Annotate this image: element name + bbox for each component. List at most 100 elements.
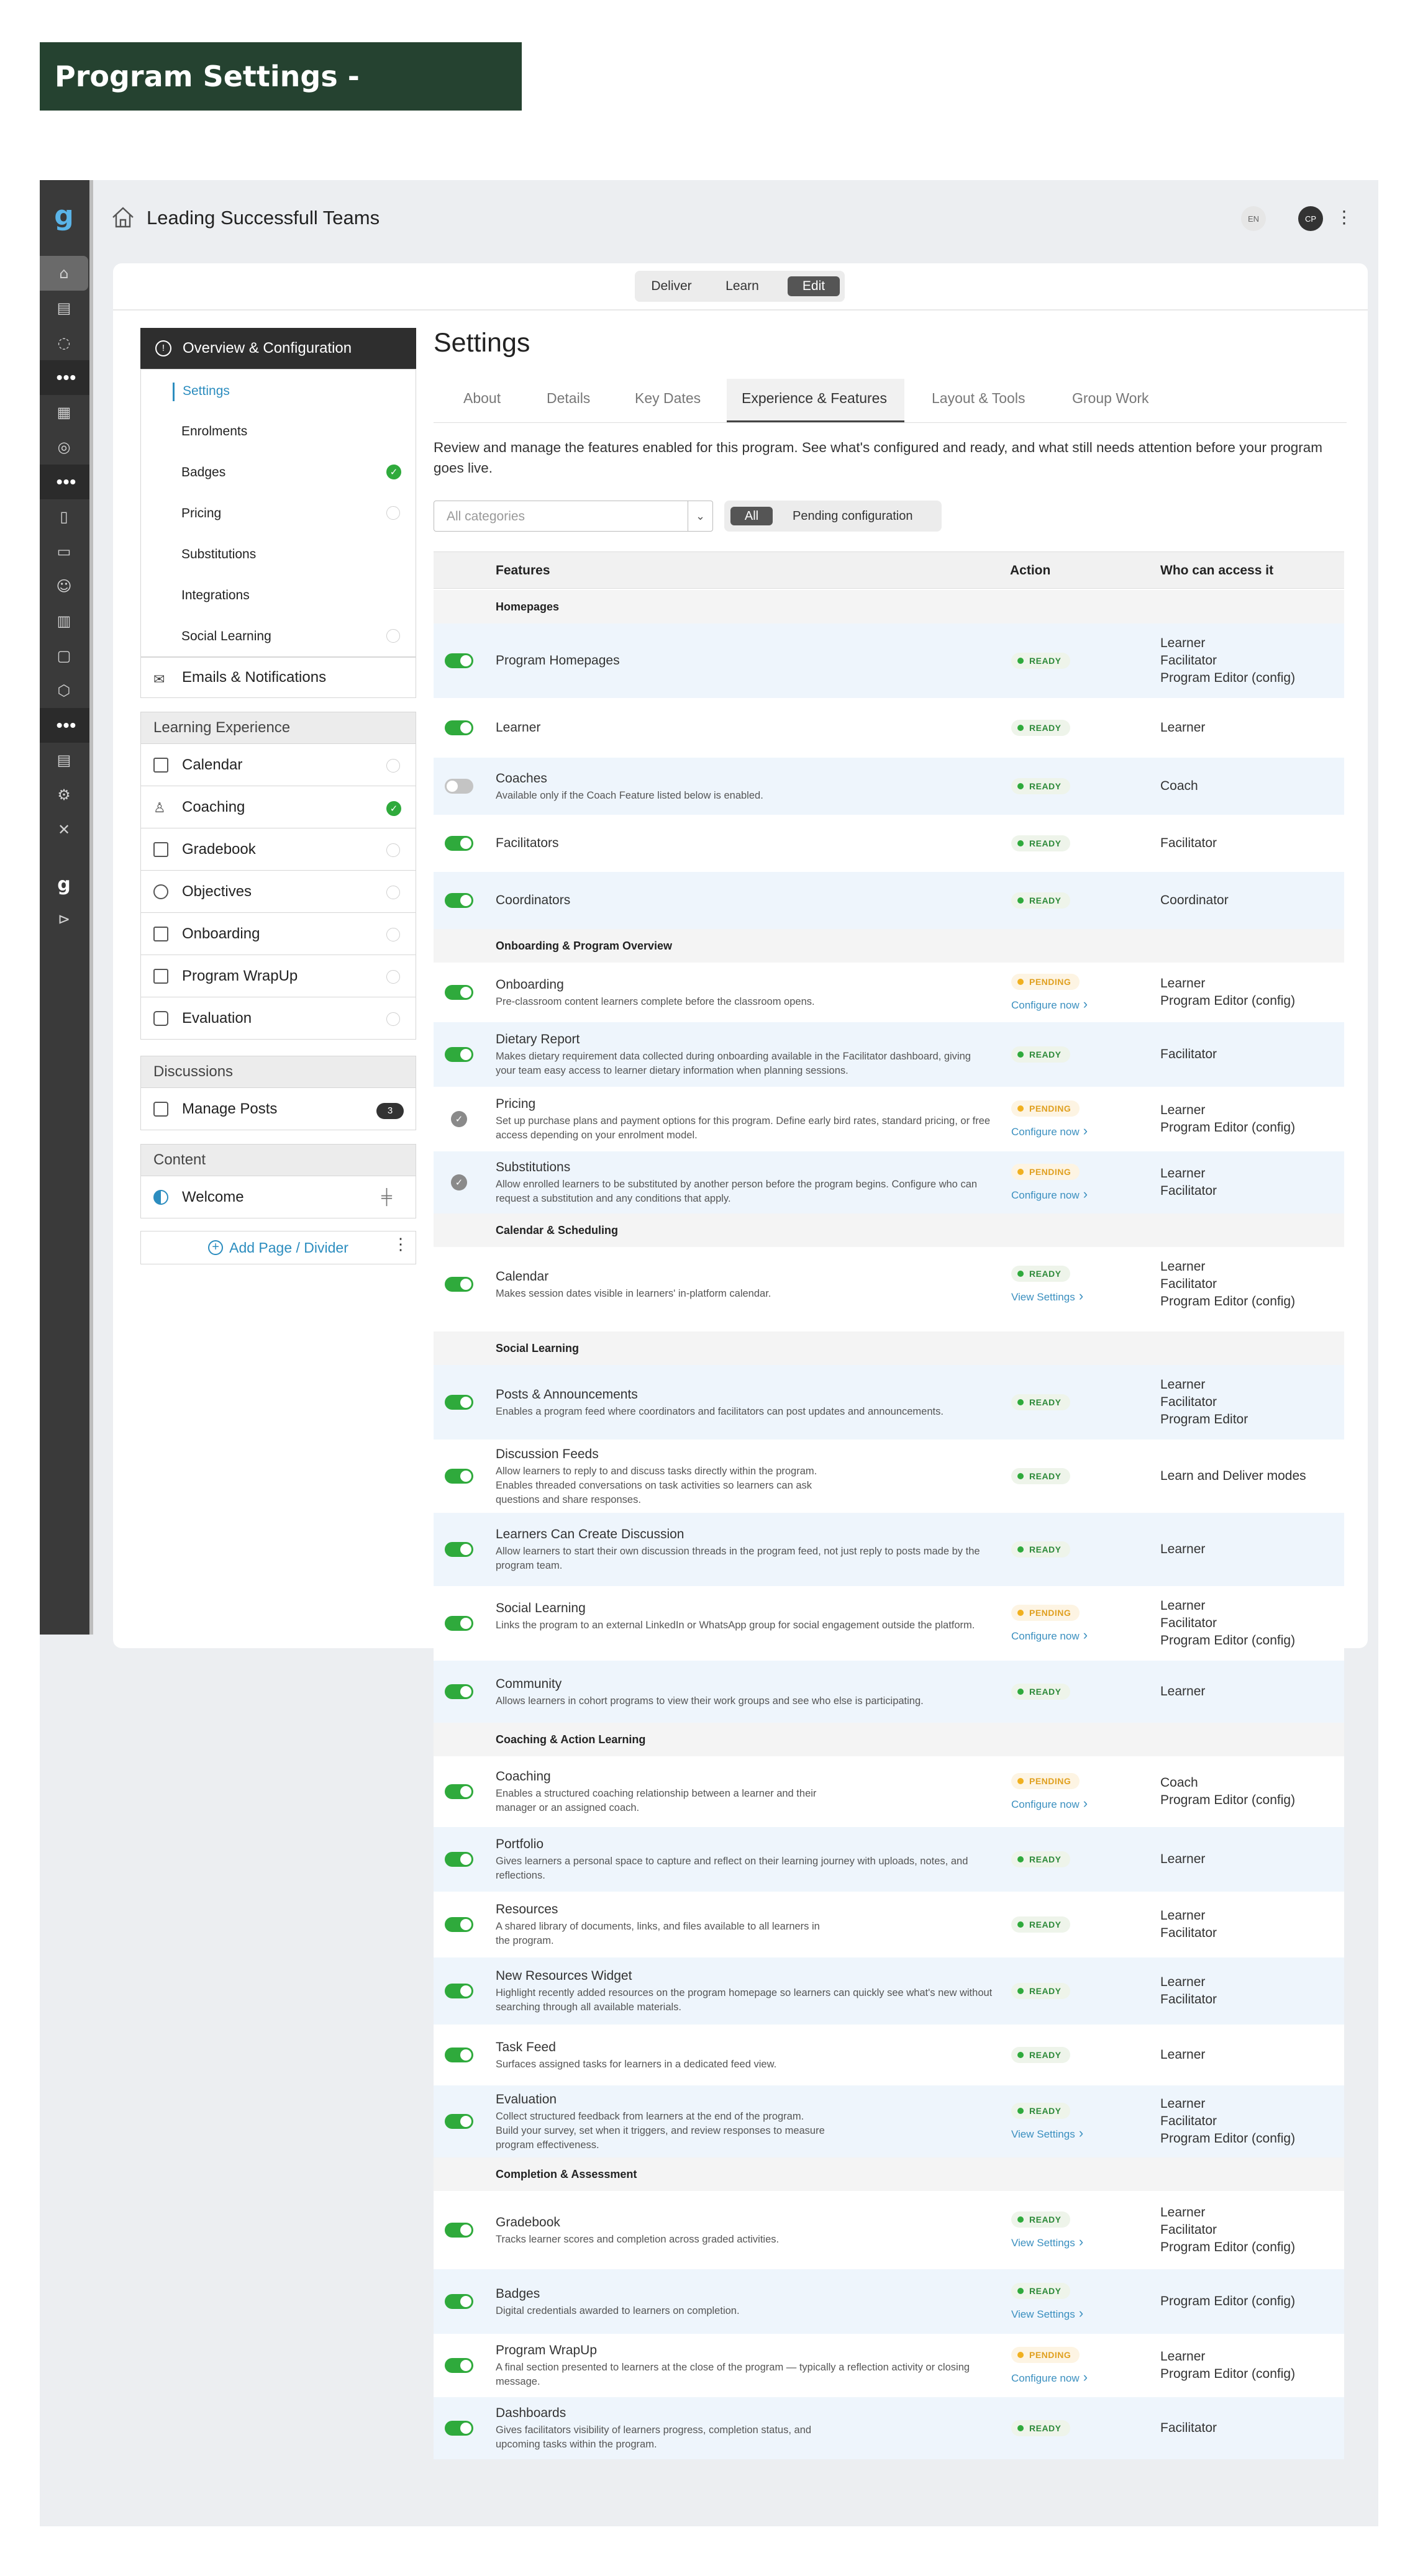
- view-settings-link[interactable]: View Settings ›: [1011, 2125, 1083, 2141]
- feature-toggle[interactable]: [445, 1684, 473, 1699]
- clipboard-nav-icon[interactable]: ▯: [40, 499, 88, 534]
- chat-nav-icon[interactable]: ◌: [40, 325, 88, 360]
- feature-toggle[interactable]: [445, 1542, 473, 1557]
- feature-toggle[interactable]: [445, 779, 473, 794]
- calendar-nav-icon[interactable]: ▦: [40, 395, 88, 430]
- more-menu-icon[interactable]: ⋮: [1335, 205, 1353, 230]
- status-badge: READY: [1011, 2211, 1070, 2228]
- feature-row: Dietary Report Makes dietary requirement …: [434, 1022, 1344, 1087]
- view-settings-link[interactable]: View Settings ›: [1011, 2305, 1083, 2321]
- coach-icon: ♙: [153, 800, 166, 815]
- nav-sub-substitutions[interactable]: Substitutions: [181, 547, 256, 562]
- nav-onboarding[interactable]: Onboarding: [140, 913, 416, 955]
- add-page-more-icon[interactable]: ⋮: [393, 1235, 409, 1254]
- configure-now-link[interactable]: Configure now ›: [1011, 1795, 1088, 1812]
- tab-details[interactable]: Details: [547, 390, 590, 407]
- language-button[interactable]: EN: [1241, 206, 1266, 231]
- messages-nav-icon[interactable]: ▭: [40, 534, 88, 569]
- building-nav-icon[interactable]: ▥: [40, 604, 88, 638]
- mode-learn[interactable]: Learn: [714, 276, 770, 296]
- feature-toggle[interactable]: [445, 1984, 473, 1998]
- feature-toggle[interactable]: [445, 1277, 473, 1292]
- view-settings-link[interactable]: View Settings ›: [1011, 1288, 1083, 1304]
- feature-toggle[interactable]: [445, 985, 473, 1000]
- mode-switcher: Deliver Learn Edit: [635, 271, 845, 302]
- reports-nav-icon[interactable]: ▤: [40, 743, 88, 778]
- mode-edit[interactable]: Edit: [788, 276, 840, 296]
- feature-toggle[interactable]: [445, 1917, 473, 1932]
- feature-toggle[interactable]: [445, 1395, 473, 1410]
- tools-nav-icon[interactable]: ✕: [40, 812, 88, 847]
- nav-coaching[interactable]: ♙ Coaching: [140, 786, 416, 828]
- feature-toggle[interactable]: [445, 653, 473, 668]
- tab-experience-features[interactable]: Experience & Features: [742, 390, 887, 407]
- more-divider-icon[interactable]: •••: [40, 708, 93, 743]
- filter-all[interactable]: All: [730, 507, 773, 525]
- nav-sub-pricing[interactable]: Pricing: [181, 506, 221, 521]
- nav-gradebook[interactable]: Gradebook: [140, 828, 416, 871]
- users-nav-icon[interactable]: ☺: [40, 569, 88, 604]
- nav-sub-integrations[interactable]: Integrations: [181, 588, 250, 603]
- home-nav-icon[interactable]: ⌂: [40, 256, 88, 291]
- chevron-right-icon: ›: [1075, 2125, 1084, 2141]
- feature-toggle[interactable]: [445, 1469, 473, 1484]
- feature-toggle[interactable]: [445, 2358, 473, 2373]
- locked-check-icon[interactable]: ✓: [451, 1174, 467, 1190]
- feature-toggle[interactable]: [445, 893, 473, 908]
- feature-toggle[interactable]: [445, 1047, 473, 1062]
- tab-about[interactable]: About: [463, 390, 501, 407]
- feature-toggle[interactable]: [445, 1784, 473, 1799]
- catalog-nav-icon[interactable]: ▤: [40, 291, 88, 325]
- feature-toggle[interactable]: [445, 720, 473, 735]
- nav-emails[interactable]: ✉ Emails & Notifications: [140, 657, 416, 698]
- status-dot-icon: [1017, 658, 1024, 664]
- feature-toggle[interactable]: [445, 1616, 473, 1631]
- nav-sub-enrolments[interactable]: Enrolments: [181, 424, 247, 439]
- drag-handle-icon[interactable]: ╪: [381, 1189, 392, 1206]
- nav-evaluation[interactable]: Evaluation: [140, 997, 416, 1040]
- more-divider-icon[interactable]: •••: [40, 360, 93, 395]
- feature-toggle[interactable]: [445, 2294, 473, 2309]
- category-select[interactable]: All categories ⌄: [434, 501, 713, 532]
- nav-welcome[interactable]: Welcome: [140, 1176, 416, 1218]
- nav-sub-settings[interactable]: Settings: [183, 384, 230, 399]
- configure-now-link[interactable]: Configure now ›: [1011, 996, 1088, 1012]
- configure-now-link[interactable]: Configure now ›: [1011, 1627, 1088, 1643]
- filter-pending[interactable]: Pending configuration: [793, 509, 912, 524]
- nav-manage-posts[interactable]: Manage Posts: [140, 1088, 416, 1130]
- nav-sub-social-learning[interactable]: Social Learning: [181, 629, 271, 644]
- nav-program-wrapup[interactable]: Program WrapUp: [140, 955, 416, 997]
- shield-nav-icon[interactable]: ⬡: [40, 673, 88, 708]
- help-nav-icon[interactable]: ◎: [40, 430, 88, 465]
- mode-deliver[interactable]: Deliver: [644, 276, 699, 296]
- feature-toggle[interactable]: [445, 836, 473, 851]
- nav-overview-header[interactable]: ! Overview & Configuration: [140, 328, 416, 369]
- more-divider-icon[interactable]: •••: [40, 465, 93, 499]
- feature-toggle[interactable]: [445, 2114, 473, 2129]
- avatar[interactable]: CP: [1298, 206, 1323, 231]
- access-roles: Facilitator: [1160, 2421, 1217, 2435]
- expand-rail-icon[interactable]: ⊳: [40, 902, 88, 937]
- tab-layout-tools[interactable]: Layout & Tools: [932, 390, 1025, 407]
- configure-now-link[interactable]: Configure now ›: [1011, 1186, 1088, 1202]
- tab-key-dates[interactable]: Key Dates: [635, 390, 701, 407]
- document-nav-icon[interactable]: ▢: [40, 638, 88, 673]
- feature-toggle[interactable]: [445, 1852, 473, 1867]
- nav-sub-badges[interactable]: Badges: [181, 465, 225, 480]
- locked-check-icon[interactable]: ✓: [451, 1111, 467, 1127]
- access-roles: Facilitator: [1160, 836, 1217, 850]
- feature-toggle[interactable]: [445, 2223, 473, 2238]
- add-page-button[interactable]: + Add Page / Divider: [140, 1231, 416, 1264]
- feature-row: Coaches Available only if the Coach Featu…: [434, 758, 1344, 815]
- configure-now-link[interactable]: Configure now ›: [1011, 1123, 1088, 1139]
- view-settings-link[interactable]: View Settings ›: [1011, 2234, 1083, 2250]
- configure-now-link[interactable]: Configure now ›: [1011, 2369, 1088, 2385]
- settings-nav-icon[interactable]: ⚙: [40, 778, 88, 812]
- feature-name: Learners Can Create Discussion: [496, 1527, 684, 1541]
- home-icon[interactable]: [111, 205, 135, 230]
- feature-toggle[interactable]: [445, 2421, 473, 2436]
- feature-toggle[interactable]: [445, 2048, 473, 2062]
- nav-calendar[interactable]: Calendar: [140, 744, 416, 786]
- tab-group-work[interactable]: Group Work: [1072, 390, 1149, 407]
- nav-objectives[interactable]: Objectives: [140, 871, 416, 913]
